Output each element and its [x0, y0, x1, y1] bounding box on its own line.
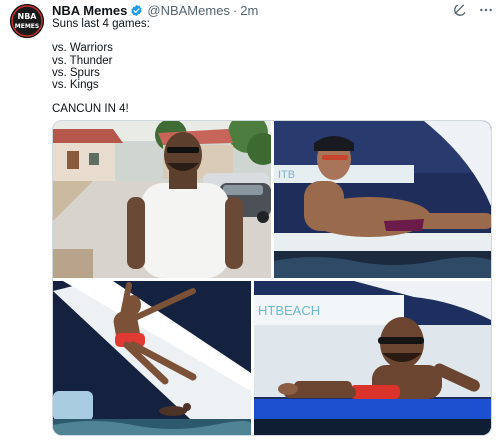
avatar-text-top: NBA	[18, 12, 38, 21]
author-name[interactable]: NBA Memes	[52, 3, 127, 18]
sign-text: ITB	[278, 169, 295, 181]
tweet-timestamp[interactable]: 2m	[240, 3, 258, 18]
photo-lounge[interactable]: ITB	[274, 121, 491, 278]
photo-street[interactable]	[53, 121, 271, 278]
separator-dot: ·	[232, 2, 238, 18]
sign-text: HTBEACH	[258, 303, 320, 318]
tweet-line: vs. Thunder	[52, 54, 113, 67]
tweet-line: Suns last 4 games:	[52, 18, 150, 30]
tweet[interactable]: NBA MEMES NBA Memes @NBAMemes · 2m Suns …	[0, 0, 500, 440]
verified-badge-icon	[130, 4, 143, 17]
photo-float[interactable]: HTBEACH	[254, 281, 491, 435]
tweet-line: CANCUN IN 4!	[52, 103, 129, 116]
tweet-line: vs. Warriors	[52, 42, 113, 55]
tweet-line: vs. Spurs	[52, 66, 100, 79]
nba-memes-logo-icon: NBA MEMES	[10, 4, 44, 38]
avatar[interactable]: NBA MEMES	[10, 4, 44, 38]
author-handle[interactable]: @NBAMemes	[147, 3, 230, 18]
avatar-text-bottom: MEMES	[15, 23, 39, 30]
tweet-line: vs. Kings	[52, 78, 99, 91]
photo-slide[interactable]	[53, 281, 251, 435]
tweet-header: NBA Memes @NBAMemes · 2m	[52, 2, 490, 18]
media-grid: ITB HTBEACH	[52, 120, 492, 436]
tweet-text: Suns last 4 games: vs. Warriors vs. Thun…	[52, 18, 488, 116]
